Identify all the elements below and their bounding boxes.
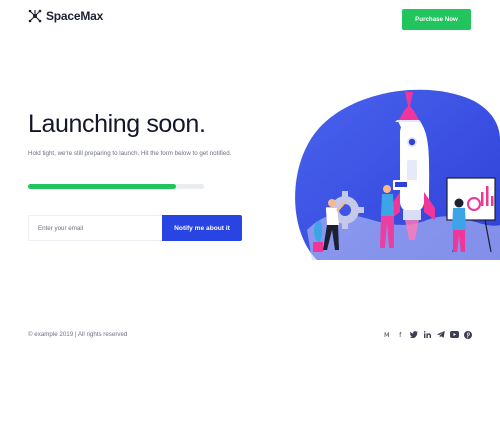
youtube-icon[interactable] [448, 329, 462, 340]
notify-button[interactable]: Notify me about it [162, 215, 242, 241]
medium-icon[interactable]: M [380, 329, 394, 340]
telegram-icon[interactable] [434, 329, 448, 340]
notify-form: Notify me about it [28, 215, 242, 241]
copyright-text: © example 2019 | All rights reserved [28, 331, 128, 338]
purchase-now-button[interactable]: Purchase Now [402, 9, 471, 30]
launch-progress-bar [28, 184, 204, 189]
brand-name: SpaceMax [46, 9, 104, 23]
email-input[interactable] [28, 215, 162, 241]
page-description: Hold tight, we're still preparing to lau… [28, 150, 232, 157]
facebook-icon[interactable]: f [394, 329, 408, 340]
social-links: M f [380, 329, 475, 340]
linkedin-icon[interactable] [421, 329, 435, 340]
pinterest-icon[interactable] [461, 329, 475, 340]
molecule-icon [28, 9, 42, 23]
rocket-launch-illustration [287, 80, 500, 260]
page-title: Launching soon. [28, 110, 206, 138]
brand-logo[interactable]: SpaceMax [28, 9, 103, 23]
launch-progress-fill [28, 184, 176, 189]
twitter-icon[interactable] [407, 329, 421, 340]
